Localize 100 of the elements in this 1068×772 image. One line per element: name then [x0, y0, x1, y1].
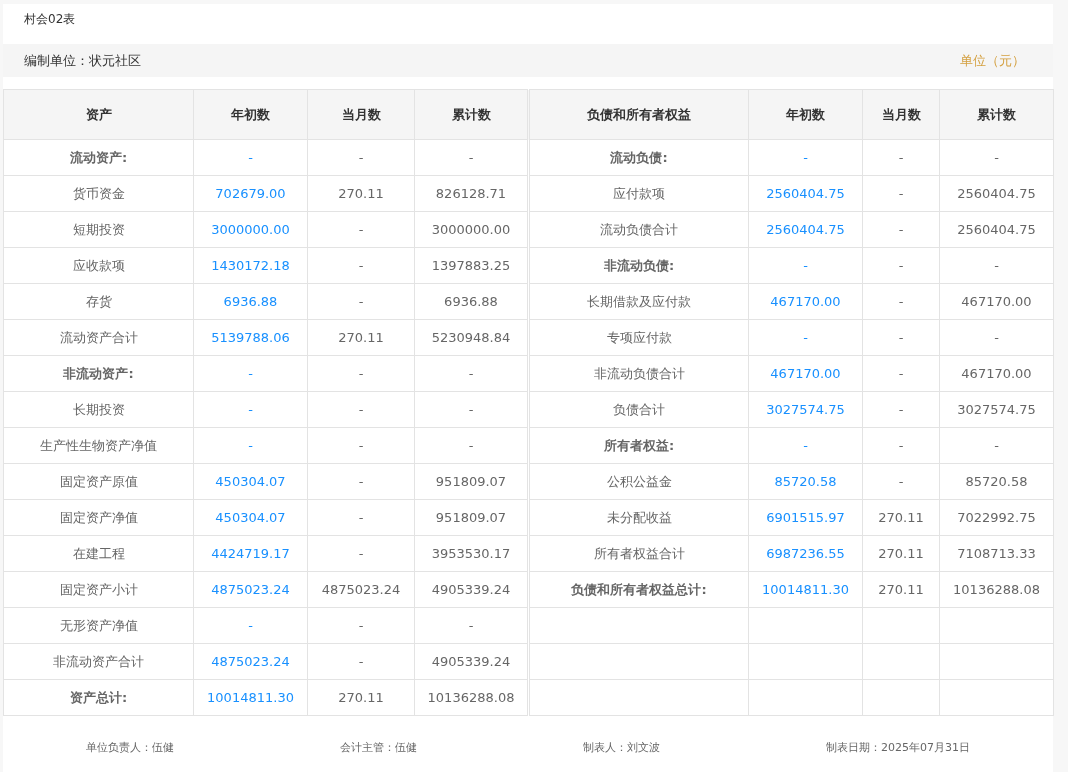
table-cell: 非流动负债:	[528, 247, 749, 284]
table-cell: -	[414, 607, 529, 644]
table-cell: -	[307, 643, 415, 680]
table-cell: -	[307, 499, 415, 536]
signature-text: 会计主管：伍健	[340, 740, 417, 755]
table-cell: 1397883.25	[414, 247, 529, 284]
value-link[interactable]: -	[193, 607, 308, 644]
table-cell: 负债合计	[528, 391, 749, 428]
table-cell: 270.11	[862, 499, 940, 536]
value-link[interactable]: 85720.58	[748, 463, 863, 500]
column-header: 资产	[3, 89, 194, 140]
value-link[interactable]: 1430172.18	[193, 247, 308, 284]
value-link[interactable]: 4875023.24	[193, 571, 308, 608]
table-cell: 专项应付款	[528, 319, 749, 356]
table-cell: 6936.88	[414, 283, 529, 320]
table-cell: 固定资产小计	[3, 571, 194, 608]
value-link[interactable]: 10014811.30	[748, 571, 863, 608]
value-link[interactable]: 3027574.75	[748, 391, 863, 428]
value-link[interactable]: -	[193, 139, 308, 176]
table-cell: 7108713.33	[939, 535, 1054, 572]
table-cell: 所有者权益合计	[528, 535, 749, 572]
table-cell: 85720.58	[939, 463, 1054, 500]
table-cell: 应付款项	[528, 175, 749, 212]
table-cell: 2560404.75	[939, 175, 1054, 212]
table-cell: -	[307, 535, 415, 572]
value-link[interactable]: 450304.07	[193, 463, 308, 500]
value-link[interactable]: -	[748, 319, 863, 356]
value-link[interactable]: 467170.00	[748, 283, 863, 320]
table-cell: -	[862, 211, 940, 248]
table-cell: 467170.00	[939, 283, 1054, 320]
table-cell: 在建工程	[3, 535, 194, 572]
table-cell: 3000000.00	[414, 211, 529, 248]
table-cell: 5230948.84	[414, 319, 529, 356]
value-link[interactable]: 2560404.75	[748, 211, 863, 248]
table-cell: 生产性生物资产净值	[3, 427, 194, 464]
value-link[interactable]: -	[193, 391, 308, 428]
table-cell: 4905339.24	[414, 643, 529, 680]
table-cell: 长期投资	[3, 391, 194, 428]
table-cell: -	[307, 211, 415, 248]
table-cell: -	[939, 247, 1054, 284]
table-cell: -	[307, 391, 415, 428]
table-cell: -	[307, 355, 415, 392]
table-cell: -	[939, 139, 1054, 176]
table-cell: 资产总计:	[3, 679, 194, 716]
value-link[interactable]: -	[748, 247, 863, 284]
value-link[interactable]: 4875023.24	[193, 643, 308, 680]
value-link[interactable]: 6936.88	[193, 283, 308, 320]
column-header: 当月数	[307, 89, 415, 140]
value-link[interactable]: 2560404.75	[748, 175, 863, 212]
value-link[interactable]: 6901515.97	[748, 499, 863, 536]
value-link[interactable]: 5139788.06	[193, 319, 308, 356]
table-cell: 3027574.75	[939, 391, 1054, 428]
table-cell: -	[414, 427, 529, 464]
value-link[interactable]: -	[748, 427, 863, 464]
table-cell: -	[307, 607, 415, 644]
currency-unit: 单位（元）	[960, 51, 1025, 70]
table-cell: -	[862, 247, 940, 284]
value-link[interactable]: -	[193, 355, 308, 392]
table-cell: 流动负债合计	[528, 211, 749, 248]
table-cell: 10136288.08	[939, 571, 1054, 608]
column-header: 年初数	[748, 89, 863, 140]
table-cell: -	[307, 283, 415, 320]
column-header: 负债和所有者权益	[528, 89, 749, 140]
table-cell: 951809.07	[414, 463, 529, 500]
table-cell: -	[862, 319, 940, 356]
table-cell: 长期借款及应付款	[528, 283, 749, 320]
table-cell: -	[939, 319, 1054, 356]
table-cell: 流动资产合计	[3, 319, 194, 356]
table-cell: -	[307, 463, 415, 500]
column-header: 年初数	[193, 89, 308, 140]
table-cell: 270.11	[307, 175, 415, 212]
table-cell: 固定资产原值	[3, 463, 194, 500]
table-cell: 270.11	[307, 679, 415, 716]
value-link[interactable]: 10014811.30	[193, 679, 308, 716]
column-header: 累计数	[414, 89, 529, 140]
value-link[interactable]: 6987236.55	[748, 535, 863, 572]
value-link[interactable]: 4424719.17	[193, 535, 308, 572]
value-link[interactable]: 467170.00	[748, 355, 863, 392]
column-header: 当月数	[862, 89, 940, 140]
table-cell: 10136288.08	[414, 679, 529, 716]
value-link[interactable]: 3000000.00	[193, 211, 308, 248]
table-cell: 2560404.75	[939, 211, 1054, 248]
unit-name: 编制单位：状元社区	[24, 51, 141, 70]
table-cell: 无形资产净值	[3, 607, 194, 644]
table-cell: -	[862, 175, 940, 212]
signature-text: 制表人：刘文波	[583, 740, 660, 755]
table-cell: 951809.07	[414, 499, 529, 536]
report-code: 村会02表	[24, 12, 76, 26]
value-link[interactable]: -	[193, 427, 308, 464]
table-cell: -	[414, 139, 529, 176]
table-cell: 467170.00	[939, 355, 1054, 392]
table-cell: 公积公益金	[528, 463, 749, 500]
value-link[interactable]: 702679.00	[193, 175, 308, 212]
value-link[interactable]: -	[748, 139, 863, 176]
column-header: 累计数	[939, 89, 1054, 140]
table-cell: 非流动资产:	[3, 355, 194, 392]
value-link[interactable]: 450304.07	[193, 499, 308, 536]
table-cell: 短期投资	[3, 211, 194, 248]
table-cell: -	[307, 427, 415, 464]
table-cell: -	[862, 283, 940, 320]
